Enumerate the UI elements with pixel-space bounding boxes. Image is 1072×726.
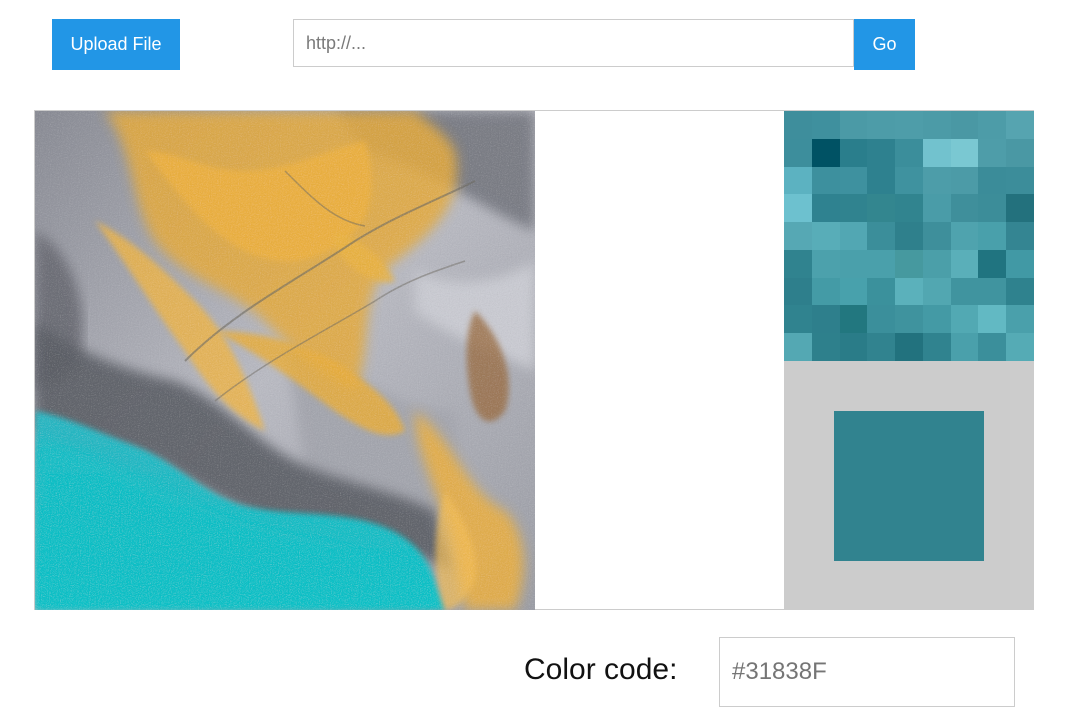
zoom-pixel <box>867 249 896 278</box>
zoom-pixel <box>895 111 923 139</box>
zoom-pixel <box>950 111 979 139</box>
zoom-pixel <box>811 305 840 334</box>
color-code-field[interactable] <box>719 637 1015 707</box>
zoom-pixel <box>978 194 1007 223</box>
zoom-pixel <box>978 111 1007 139</box>
zoom-pixel <box>895 222 923 250</box>
zoom-pixel <box>895 277 923 306</box>
zoom-pixel <box>784 305 812 334</box>
zoom-pixel <box>922 166 951 195</box>
zoom-pixel <box>811 111 840 139</box>
zoom-pixel <box>867 305 896 334</box>
zoom-pixel <box>895 138 923 167</box>
zoom-pixel <box>811 333 840 361</box>
zoom-pixel <box>1006 305 1034 334</box>
zoom-pixel <box>867 138 896 167</box>
zoom-pixel <box>978 222 1007 250</box>
zoom-pixel <box>922 222 951 250</box>
zoom-pixel <box>950 333 979 361</box>
zoom-pixel <box>867 333 896 361</box>
zoom-pixel <box>784 222 812 250</box>
zoom-pixel <box>1006 138 1034 167</box>
zoom-pixel <box>839 222 868 250</box>
zoom-pixel <box>839 305 868 334</box>
zoom-pixel <box>811 166 840 195</box>
zoom-pixel <box>784 277 812 306</box>
zoom-pixel <box>784 166 812 195</box>
zoom-pixel <box>867 222 896 250</box>
zoom-pixel <box>978 138 1007 167</box>
zoom-pixel <box>811 138 840 167</box>
zoom-pixel <box>922 277 951 306</box>
zoom-pixel <box>784 138 812 167</box>
go-button[interactable]: Go <box>854 19 915 70</box>
color-code-label: Color code: <box>524 653 678 686</box>
zoom-pixel <box>811 249 840 278</box>
zoom-pixel <box>978 166 1007 195</box>
zoom-magnifier <box>784 111 1034 361</box>
color-swatch <box>834 411 984 561</box>
zoom-pixel <box>867 277 896 306</box>
upload-file-button[interactable]: Upload File <box>52 19 180 70</box>
zoom-pixel <box>811 194 840 223</box>
aerial-photo[interactable] <box>35 111 535 610</box>
zoom-pixel <box>839 194 868 223</box>
zoom-pixel <box>1006 194 1034 223</box>
zoom-pixel <box>1006 222 1034 250</box>
zoom-pixel <box>922 138 951 167</box>
zoom-pixel <box>922 249 951 278</box>
zoom-pixel <box>950 138 979 167</box>
zoom-pixel <box>1006 166 1034 195</box>
url-input[interactable] <box>293 19 854 67</box>
zoom-pixel <box>1006 111 1034 139</box>
zoom-pixel <box>1006 249 1034 278</box>
zoom-pixel <box>895 305 923 334</box>
zoom-pixel <box>811 277 840 306</box>
zoom-pixel <box>922 305 951 334</box>
zoom-pixel <box>978 277 1007 306</box>
zoom-pixel <box>922 194 951 223</box>
zoom-pixel <box>867 111 896 139</box>
zoom-pixel <box>1006 333 1034 361</box>
zoom-pixel <box>950 166 979 195</box>
zoom-pixel <box>895 194 923 223</box>
color-picker-workspace <box>34 110 1034 610</box>
zoom-pixel <box>784 111 812 139</box>
zoom-pixel <box>839 333 868 361</box>
zoom-pixel <box>839 166 868 195</box>
zoom-pixel <box>839 138 868 167</box>
source-image[interactable] <box>35 111 535 610</box>
zoom-pixel <box>895 166 923 195</box>
zoom-pixel <box>784 194 812 223</box>
zoom-pixel <box>950 194 979 223</box>
zoom-pixel <box>950 222 979 250</box>
zoom-pixel <box>839 111 868 139</box>
zoom-pixel <box>950 249 979 278</box>
zoom-pixel <box>1006 277 1034 306</box>
zoom-pixel <box>784 249 812 278</box>
swatch-preview <box>784 361 1034 610</box>
zoom-pixel <box>922 111 951 139</box>
zoom-pixel <box>895 333 923 361</box>
zoom-pixel <box>978 333 1007 361</box>
zoom-pixel <box>867 166 896 195</box>
zoom-pixel <box>839 277 868 306</box>
zoom-pixel <box>922 333 951 361</box>
zoom-pixel <box>867 194 896 223</box>
zoom-pixel <box>811 222 840 250</box>
zoom-pixel <box>895 249 923 278</box>
zoom-pixel <box>978 249 1007 278</box>
zoom-pixel <box>784 333 812 361</box>
zoom-pixel <box>950 277 979 306</box>
zoom-pixel <box>839 249 868 278</box>
zoom-pixel <box>978 305 1007 334</box>
zoom-pixel <box>950 305 979 334</box>
